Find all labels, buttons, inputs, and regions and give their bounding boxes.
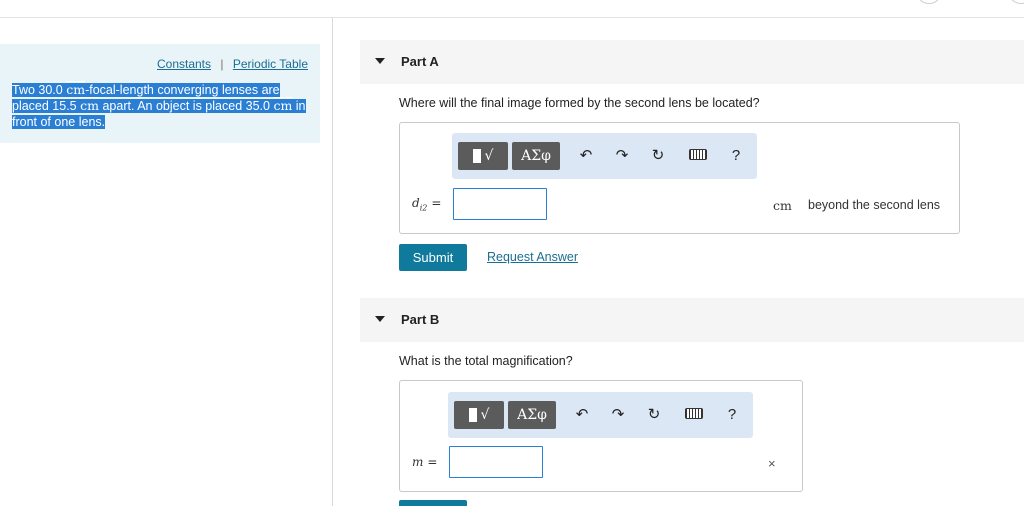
part-b-header[interactable]: Part B <box>360 298 1024 342</box>
top-rule <box>0 17 1024 18</box>
templates-button[interactable]: √ <box>454 401 504 429</box>
close-icon[interactable]: × <box>768 456 776 471</box>
d-i2-label: di2 = <box>412 196 442 213</box>
part-b-submit-button[interactable] <box>399 500 467 506</box>
submit-button[interactable]: Submit <box>399 244 467 271</box>
undo-icon[interactable]: ↶ <box>576 146 596 166</box>
problem-panel: Constants | Periodic Table Two 30.0 cm-f… <box>0 44 320 143</box>
help-icon[interactable]: ? <box>722 405 742 425</box>
column-divider <box>332 18 333 506</box>
m-label: m = <box>412 455 438 469</box>
reference-links: Constants | Periodic Table <box>157 57 308 71</box>
unit-cm-1: cm <box>66 82 86 97</box>
unit-cm-3: cm <box>273 98 293 113</box>
help-icon[interactable]: ? <box>726 146 746 166</box>
keyboard-icon[interactable] <box>684 405 704 425</box>
radical-icon: √ <box>480 407 490 423</box>
periodic-table-link[interactable]: Periodic Table <box>233 57 308 71</box>
reset-icon[interactable]: ↻ <box>648 146 668 166</box>
unit-cm-2: cm <box>80 98 99 113</box>
reset-icon[interactable]: ↻ <box>644 405 664 425</box>
part-a-answer-box: √ ΑΣφ ↶ ↷ ↻ ? di2 = cm beyond the second … <box>399 122 960 234</box>
radical-icon: √ <box>484 148 494 164</box>
link-separator: | <box>220 57 224 71</box>
part-b-title: Part B <box>401 312 440 327</box>
unit-label: cm <box>773 198 792 213</box>
greek-symbols-button[interactable]: ΑΣφ <box>512 142 560 170</box>
collapse-caret-icon[interactable] <box>375 58 385 64</box>
part-a-title: Part A <box>401 54 439 69</box>
templates-button[interactable]: √ <box>458 142 508 170</box>
part-a-question: Where will the final image formed by the… <box>399 96 760 110</box>
math-toolbar: √ ΑΣφ ↶ ↷ ↻ ? <box>448 392 753 438</box>
part-a-header[interactable]: Part A <box>360 40 1024 84</box>
keyboard-icon[interactable] <box>688 146 708 166</box>
problem-text-3: apart. An object is placed 35.0 <box>102 99 270 113</box>
redo-icon[interactable]: ↷ <box>612 146 632 166</box>
part-b-answer-box: √ ΑΣφ ↶ ↷ ↻ ? m = × <box>399 380 803 492</box>
constants-link[interactable]: Constants <box>157 57 211 71</box>
equals-sign: = <box>427 455 438 469</box>
d-i2-input[interactable] <box>453 188 547 220</box>
top-right-icon-2[interactable] <box>1008 0 1024 4</box>
math-toolbar: √ ΑΣφ ↶ ↷ ↻ ? <box>452 133 757 179</box>
equals-sign: = <box>431 196 442 210</box>
unit-suffix-label: beyond the second lens <box>808 198 941 212</box>
d-i2-subscript: i2 <box>419 203 428 213</box>
problem-text-1: Two 30.0 <box>12 83 63 97</box>
undo-icon[interactable]: ↶ <box>572 405 592 425</box>
request-answer-link[interactable]: Request Answer <box>487 250 578 264</box>
m-input[interactable] <box>449 446 543 478</box>
greek-symbols-button[interactable]: ΑΣφ <box>508 401 556 429</box>
part-b-question: What is the total magnification? <box>399 354 573 368</box>
collapse-caret-icon[interactable] <box>375 316 385 322</box>
redo-icon[interactable]: ↷ <box>608 405 628 425</box>
top-right-icon[interactable] <box>916 0 942 4</box>
problem-statement: Two 30.0 cm-focal-length converging lens… <box>12 82 312 130</box>
